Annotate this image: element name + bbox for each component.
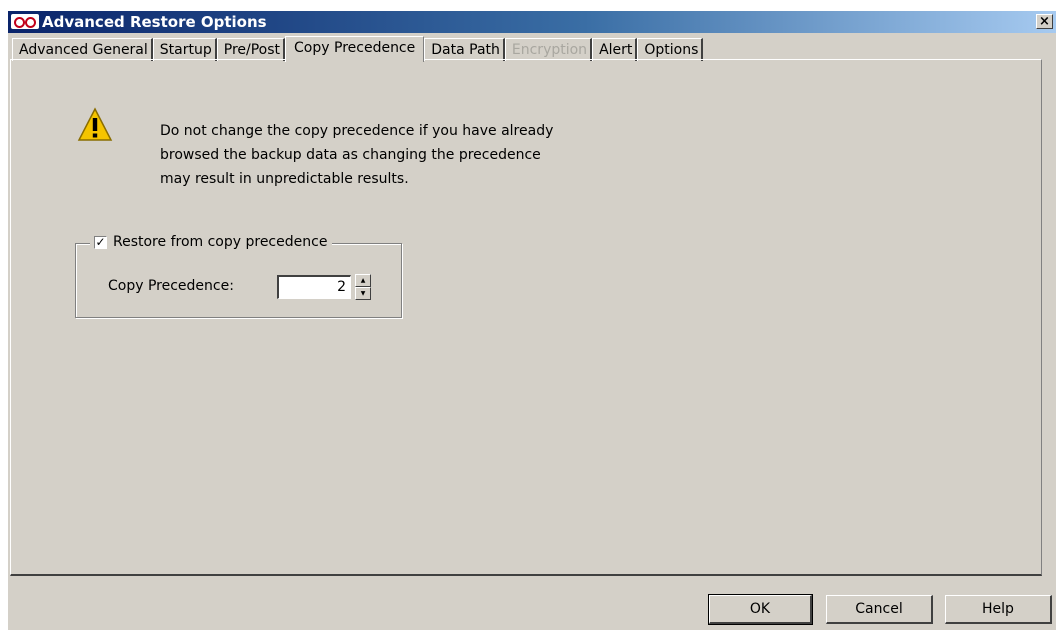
copy-precedence-spinner[interactable]: ▲ ▼ — [355, 274, 371, 300]
tab-encryption: Encryption — [504, 38, 593, 61]
warning-text-line-2: browsed the backup data as changing the … — [160, 147, 541, 163]
title-bar[interactable]: Advanced Restore Options × — [8, 11, 1056, 33]
spin-up-icon[interactable]: ▲ — [355, 274, 371, 287]
restore-from-copy-precedence-checkbox[interactable]: ✓ — [94, 235, 107, 249]
restore-from-copy-precedence-checkbox-row[interactable]: ✓ Restore from copy precedence — [90, 232, 333, 252]
restore-from-copy-precedence-label: Restore from copy precedence — [113, 234, 328, 250]
tab-copy-precedence[interactable]: Copy Precedence — [285, 36, 425, 62]
window-title: Advanced Restore Options — [42, 13, 267, 31]
warning-text-line-3: may result in unpredictable results. — [160, 171, 409, 187]
tab-strip: Advanced General Startup Pre/Post Copy P… — [12, 36, 704, 62]
warning-text-line-1: Do not change the copy precedence if you… — [160, 123, 554, 139]
help-button[interactable]: Help — [945, 595, 1052, 624]
copy-precedence-label: Copy Precedence: — [108, 278, 234, 294]
tab-advanced-general[interactable]: Advanced General — [12, 38, 153, 61]
copy-precedence-input[interactable]: 2 — [277, 275, 351, 299]
tab-options[interactable]: Options — [637, 38, 704, 61]
cancel-button[interactable]: Cancel — [826, 595, 933, 624]
tab-pre-post[interactable]: Pre/Post — [216, 38, 286, 61]
tab-startup[interactable]: Startup — [152, 38, 217, 61]
warning-icon — [77, 107, 113, 141]
app-logo-icon — [11, 14, 39, 29]
close-button[interactable]: × — [1036, 14, 1053, 29]
tab-data-path[interactable]: Data Path — [424, 38, 505, 61]
tab-alert[interactable]: Alert — [592, 38, 638, 61]
ok-button[interactable]: OK — [708, 594, 813, 625]
spin-down-icon[interactable]: ▼ — [355, 287, 371, 300]
